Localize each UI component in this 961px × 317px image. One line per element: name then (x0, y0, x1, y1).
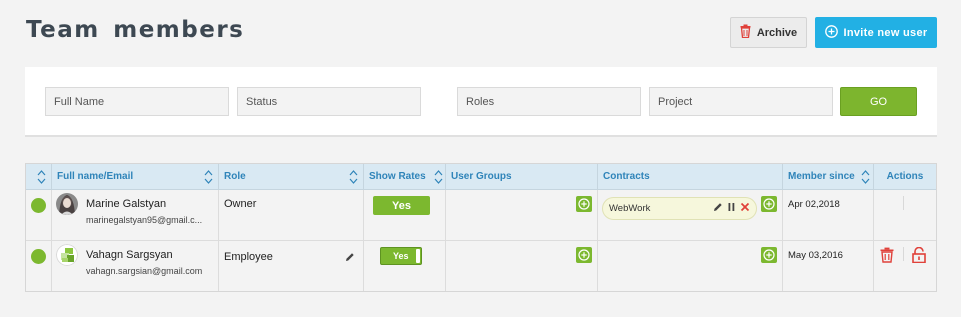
column-label: Role (224, 171, 246, 182)
trash-icon (740, 24, 751, 41)
avatar (56, 244, 78, 266)
column-label: Full name/Email (57, 171, 134, 182)
pencil-icon[interactable] (713, 202, 723, 212)
add-contract-button[interactable] (761, 247, 777, 263)
member-since-cell: Apr 02,2018 (783, 190, 874, 240)
team-members-table: Full name/Email Role Show Rates User Gro… (25, 163, 937, 292)
column-header-fullname[interactable]: Full name/Email (52, 164, 219, 189)
full-name-filter[interactable]: Full Name (45, 87, 229, 116)
member-since-date: May 03,2016 (788, 250, 843, 261)
member-name: Marine Galstyan (86, 198, 167, 210)
contracts-cell: WebWork (598, 190, 783, 240)
sort-icon (434, 170, 443, 184)
plus-circle-icon (763, 198, 775, 210)
status-dot (31, 198, 46, 213)
column-label: User Groups (451, 171, 512, 182)
show-rates-cell: Yes (364, 190, 446, 240)
roles-filter[interactable]: Roles (457, 87, 641, 116)
status-placeholder: Status (246, 95, 278, 108)
project-filter[interactable]: Project (649, 87, 833, 116)
add-user-group-button[interactable] (576, 196, 592, 212)
user-groups-cell (446, 241, 598, 291)
toggle-label: Yes (393, 251, 409, 261)
sort-icon (204, 170, 213, 184)
page-title: Team members (26, 17, 245, 43)
go-button[interactable]: GO (840, 87, 917, 116)
member-name: Vahagn Sargsyan (86, 249, 173, 261)
invite-new-user-button[interactable]: Invite new user (815, 17, 937, 48)
column-label: Show Rates (369, 171, 426, 182)
trash-icon[interactable] (879, 247, 895, 263)
table-row: Vahagn Sargsyan vahagn.sargsian@gmail.co… (26, 241, 936, 291)
actions-cell (874, 190, 936, 240)
full-name-placeholder: Full Name (54, 95, 105, 108)
toggle-knob (416, 249, 420, 263)
column-label: Member since (788, 171, 855, 182)
column-header-contracts: Contracts (598, 164, 783, 189)
column-header-actions: Actions (874, 164, 936, 189)
add-contract-button[interactable] (761, 196, 777, 212)
pencil-icon[interactable] (345, 252, 355, 262)
role-cell: Employee (219, 241, 364, 291)
plus-circle-icon (578, 198, 590, 210)
archive-button-label: Archive (756, 26, 798, 39)
column-header-role[interactable]: Role (219, 164, 364, 189)
member-since-date: Apr 02,2018 (788, 199, 840, 210)
lock-icon[interactable] (911, 247, 927, 263)
plus-circle-icon (578, 249, 590, 261)
column-header-show-rates[interactable]: Show Rates (364, 164, 446, 189)
archive-button[interactable]: Archive (730, 17, 807, 48)
select-sort-header[interactable] (26, 164, 52, 189)
show-rates-toggle[interactable]: Yes (373, 196, 430, 215)
column-label: Actions (886, 171, 924, 182)
member-email: marinegalstyan95@gmail.c... (86, 215, 203, 225)
plus-circle-icon (824, 24, 838, 41)
status-dot (31, 249, 46, 264)
contract-chip[interactable]: WebWork (602, 197, 757, 220)
divider (903, 196, 904, 210)
column-header-member-since[interactable]: Member since (783, 164, 874, 189)
pause-icon[interactable] (727, 202, 736, 212)
divider (903, 247, 904, 261)
user-groups-cell (446, 190, 598, 240)
member-cell: Vahagn Sargsyan vahagn.sargsian@gmail.co… (52, 241, 219, 291)
actions-cell (874, 241, 936, 291)
add-user-group-button[interactable] (576, 247, 592, 263)
show-rates-cell: Yes (364, 241, 446, 291)
column-header-user-groups: User Groups (446, 164, 598, 189)
plus-circle-icon (763, 249, 775, 261)
contracts-cell (598, 241, 783, 291)
show-rates-toggle[interactable]: Yes (380, 247, 422, 265)
role-text: Employee (224, 251, 273, 263)
close-icon[interactable] (740, 202, 750, 212)
filter-panel: Full Name Status Roles Project GO (25, 67, 937, 137)
column-label: Contracts (603, 171, 650, 182)
role-text: Owner (224, 198, 257, 210)
role-cell: Owner (219, 190, 364, 240)
table-row: Marine Galstyan marinegalstyan95@gmail.c… (26, 190, 936, 241)
status-filter[interactable]: Status (237, 87, 421, 116)
member-cell: Marine Galstyan marinegalstyan95@gmail.c… (52, 190, 219, 240)
table-header: Full name/Email Role Show Rates User Gro… (26, 164, 936, 190)
member-since-cell: May 03,2016 (783, 241, 874, 291)
member-email: vahagn.sargsian@gmail.com (86, 266, 203, 276)
avatar (56, 193, 78, 215)
sort-icon (349, 170, 358, 184)
sort-icon (861, 170, 870, 184)
invite-button-label: Invite new user (843, 26, 928, 39)
sort-icon (37, 170, 46, 184)
contract-name: WebWork (609, 203, 651, 214)
project-placeholder: Project (658, 95, 693, 108)
roles-placeholder: Roles (466, 95, 495, 108)
